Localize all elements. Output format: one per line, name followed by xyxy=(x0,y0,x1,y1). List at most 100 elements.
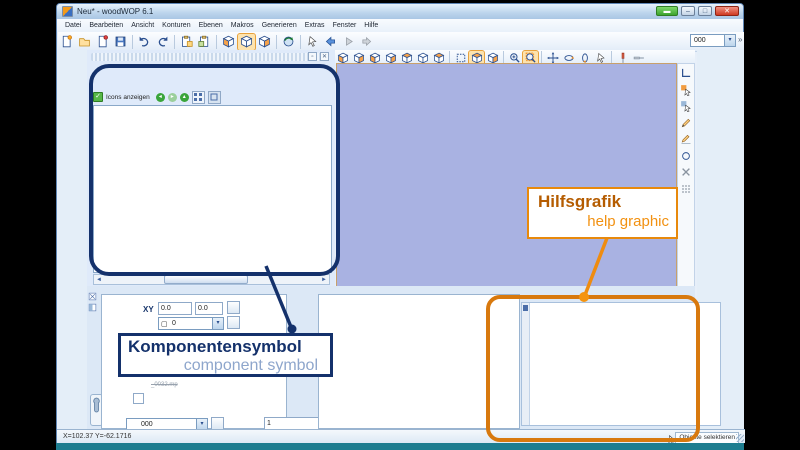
menu-bearbeiten[interactable]: Bearbeiten xyxy=(85,22,127,29)
nav-back-icon[interactable] xyxy=(322,34,339,50)
view-iso-icon[interactable] xyxy=(237,32,256,51)
screen: Neu* - woodWOP 6.1 ▬ – □ ✕ Datei Bearbeit… xyxy=(0,0,800,450)
close-button[interactable]: ✕ xyxy=(715,6,739,16)
window-title: Neu* - woodWOP 6.1 xyxy=(77,7,154,16)
square-glyph-icon: ▢ xyxy=(161,320,168,328)
macro-toolbar xyxy=(58,50,87,429)
resize-grip[interactable] xyxy=(736,434,744,442)
doc-arrow-icon[interactable] xyxy=(105,392,120,405)
component-label-de: Komponentensymbol xyxy=(128,337,302,356)
scrollbar-thumb[interactable] xyxy=(164,275,248,284)
icons-anzeigen-checkbox[interactable]: ✓ xyxy=(93,92,103,102)
icons-anzeigen-label: Icons anzeigen xyxy=(106,93,150,101)
select-component-icon[interactable] xyxy=(679,99,694,114)
menu-ansicht[interactable]: Ansicht xyxy=(127,22,158,29)
help-label-de: Hilfsgrafik xyxy=(538,192,622,211)
menu-ebenen[interactable]: Ebenen xyxy=(195,22,227,29)
panel-grip[interactable] xyxy=(91,53,329,61)
menu-hilfe[interactable]: Hilfe xyxy=(360,22,382,29)
component-label-en: component symbol xyxy=(183,357,318,374)
rotate-view-icon[interactable] xyxy=(280,34,297,50)
view-icons-button[interactable] xyxy=(191,90,205,104)
taskbar-strip xyxy=(56,443,744,450)
nav-forward-icon[interactable]: ▸ xyxy=(167,92,177,102)
component-path-fragment: _0032.mp xyxy=(151,382,178,388)
pick-angle-button[interactable] xyxy=(227,316,240,329)
small-circle-icon[interactable] xyxy=(679,148,694,163)
component-file-list xyxy=(93,105,332,273)
nav-up-icon[interactable]: ▴ xyxy=(179,92,189,102)
copy-clipboard-icon[interactable] xyxy=(178,34,195,50)
coordinate-readout: X=102.37 Y=-62.1716 xyxy=(63,433,132,440)
maximize-button[interactable]: □ xyxy=(698,6,712,16)
menu-makros[interactable]: Makros xyxy=(227,22,258,29)
toolbar-separator xyxy=(300,34,301,49)
file-list-scrollbar[interactable]: ◄ ► xyxy=(93,274,330,285)
select-graphic-icon[interactable] xyxy=(679,82,694,97)
dock-pin-icon[interactable] xyxy=(88,303,97,312)
pencil-line-icon[interactable] xyxy=(679,132,694,147)
view-select[interactable]: 000 ▾ xyxy=(690,34,736,47)
help-3d-board xyxy=(532,305,720,423)
main-toolbar xyxy=(58,32,744,52)
menu-extras[interactable]: Extras xyxy=(301,22,329,29)
toolbar-separator xyxy=(132,34,133,49)
redo-icon[interactable] xyxy=(154,34,171,50)
menu-generieren[interactable]: Generieren xyxy=(258,22,301,29)
browser-subtoolbar: ✓ Icons anzeigen ◂ ▸ ▴ xyxy=(93,90,221,104)
new-component-icon[interactable] xyxy=(94,34,111,50)
save-icon[interactable] xyxy=(112,34,129,50)
y-coordinate-input[interactable] xyxy=(195,302,223,315)
menu-bar: Datei Bearbeiten Ansicht Konturen Ebenen Makr… xyxy=(57,19,743,32)
view-right-icon[interactable] xyxy=(256,34,273,50)
toolbar-separator xyxy=(276,34,277,49)
graphics-side-toolbar xyxy=(677,63,695,292)
coord-corner-icon[interactable] xyxy=(679,66,694,81)
menu-konturen[interactable]: Konturen xyxy=(158,22,194,29)
new-program-icon[interactable] xyxy=(58,34,75,50)
chevron-down-icon: ▾ xyxy=(724,35,735,46)
nav-play-icon[interactable] xyxy=(340,34,357,50)
open-program-icon[interactable] xyxy=(76,34,93,50)
variables-table xyxy=(318,294,520,429)
help-graphic-panel xyxy=(521,302,721,426)
select-mode-icon[interactable] xyxy=(304,34,321,50)
scroll-right-icon[interactable]: ► xyxy=(319,277,329,283)
minimize-button[interactable]: – xyxy=(681,6,695,16)
mirror-checkbox[interactable] xyxy=(133,393,144,404)
point-grid-icon[interactable] xyxy=(679,181,694,196)
dashed-square-icon xyxy=(128,318,140,330)
title-bar[interactable]: Neu* - woodWOP 6.1 ▬ – □ ✕ xyxy=(57,4,743,19)
menu-datei[interactable]: Datei xyxy=(61,22,85,29)
help-graphic-label: Hilfsgrafik help graphic xyxy=(527,187,678,239)
view-left-icon[interactable] xyxy=(220,34,237,50)
toolbar-overflow-icon[interactable]: » xyxy=(738,35,742,44)
view-list-button[interactable] xyxy=(207,90,221,104)
toolbar-separator xyxy=(174,34,175,49)
pencil-icon[interactable] xyxy=(679,115,694,130)
license-button[interactable]: ▬ xyxy=(656,6,678,16)
pick-point-button[interactable] xyxy=(227,301,240,314)
graphics-area[interactable] xyxy=(336,63,677,292)
angle-select[interactable]: ▢ 0 ▾ xyxy=(158,317,224,330)
note-icon xyxy=(523,305,528,311)
scroll-left-icon[interactable]: ◄ xyxy=(94,277,104,283)
nav-back-icon[interactable]: ◂ xyxy=(155,92,165,102)
xy-label: XY xyxy=(143,305,154,314)
panel-close-button[interactable]: ✕ xyxy=(320,52,329,61)
paste-clipboard-icon[interactable] xyxy=(196,34,213,50)
nav-forward-icon[interactable] xyxy=(358,34,375,50)
cube-glyph-icon xyxy=(128,420,138,430)
variable-list-icon[interactable] xyxy=(264,301,277,315)
dock-close-icon[interactable] xyxy=(88,292,97,301)
menu-fenster[interactable]: Fenster xyxy=(329,22,361,29)
undo-icon[interactable] xyxy=(136,34,153,50)
panel-float-button[interactable]: ▫ xyxy=(308,52,317,61)
toolbar-separator xyxy=(216,34,217,49)
component-symbol-icon[interactable] xyxy=(247,301,261,315)
help-panel-scrollbar[interactable] xyxy=(522,303,530,425)
help-label-en: help graphic xyxy=(587,213,669,230)
x-coordinate-input[interactable] xyxy=(158,302,192,315)
delete-x-icon[interactable] xyxy=(679,165,694,180)
component-symbol-label: Komponentensymbol component symbol xyxy=(118,333,333,377)
